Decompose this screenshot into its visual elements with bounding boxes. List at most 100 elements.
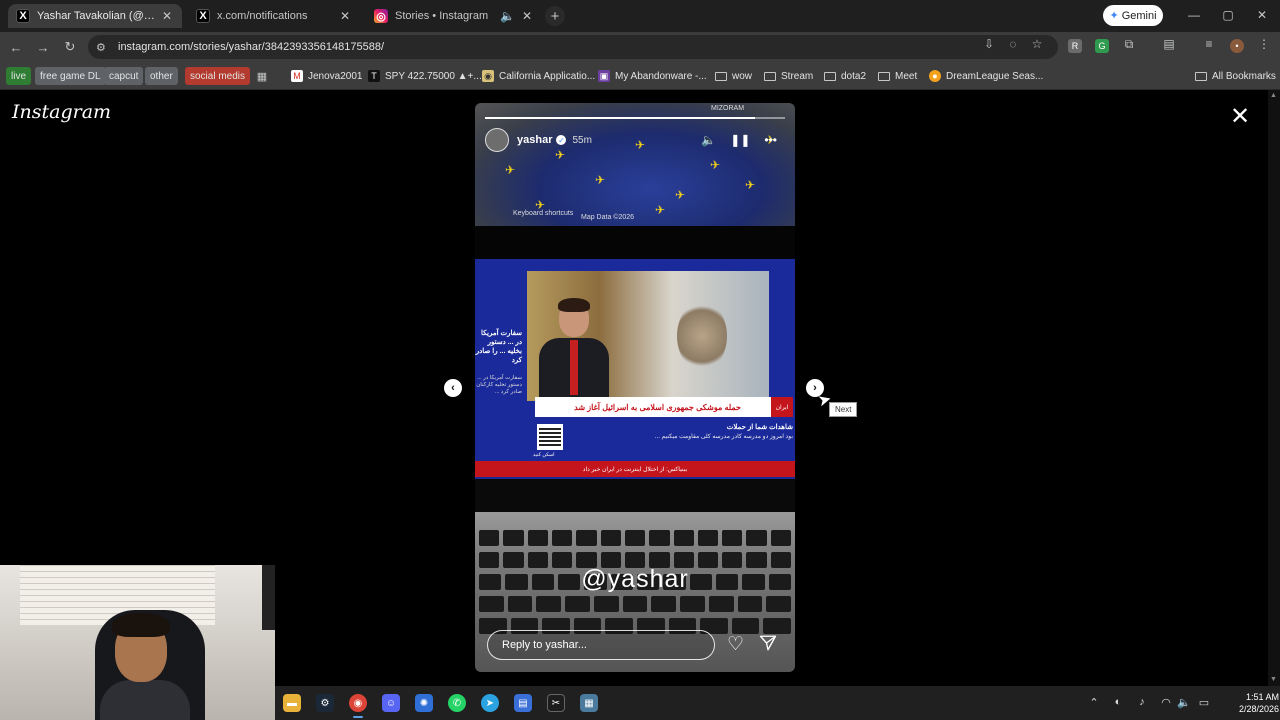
address-bar[interactable]: ⚙ instagram.com/stories/yashar/384239335… <box>88 35 1058 59</box>
window-close-icon[interactable]: ✕ <box>1255 8 1269 22</box>
bookmark-star-icon[interactable]: ☆ <box>1029 37 1045 51</box>
forward-icon[interactable]: → <box>34 38 52 56</box>
previous-story-button[interactable]: ‹ <box>444 379 462 397</box>
minimize-icon[interactable]: — <box>1187 8 1201 22</box>
more-options-icon[interactable]: ••• <box>764 133 777 147</box>
story-watermark: @yashar <box>581 565 689 593</box>
bookmark-california[interactable]: ◉ California Applicatio... <box>482 67 595 85</box>
grammarly-icon[interactable]: G <box>1095 39 1109 53</box>
image-app-icon[interactable]: ▦ <box>580 694 598 712</box>
flight-map-image: ✈ ✈ ✈ ✈ ✈ ✈ ✈ ✈ ✈ ✈ MIZORAM Keyboard sho… <box>475 103 795 226</box>
microphone-icon[interactable]: ♪ <box>1134 696 1150 708</box>
tv-ticker: ببنیاکس: از اختلال اینترنت در ایران خبر … <box>475 461 795 477</box>
notes-app-icon[interactable]: ▤ <box>514 694 532 712</box>
page-scrollbar[interactable]: ▲ ▼ <box>1268 90 1280 686</box>
bookmark-label: Meet <box>895 70 918 82</box>
send-icon[interactable] <box>759 634 777 652</box>
bookmark-free-game-dl[interactable]: free game DL <box>35 67 106 85</box>
bookmark-jenova[interactable]: M Jenova2001 <box>291 67 363 85</box>
scroll-down-icon[interactable]: ▼ <box>1270 676 1277 683</box>
bookmark-live[interactable]: live <box>6 67 32 85</box>
extensions-puzzle-icon[interactable]: ⧉ <box>1121 37 1137 52</box>
new-tab-button[interactable]: + <box>545 6 565 26</box>
map-label: Map Data ©2026 <box>581 214 635 221</box>
clock-date: 2/28/2026 <box>1238 704 1279 714</box>
site-info-icon[interactable]: ⚙ <box>96 41 112 54</box>
extension-icon[interactable]: R <box>1068 39 1082 53</box>
like-heart-icon[interactable]: ♡ <box>727 633 744 656</box>
dreamleague-icon: ● <box>929 70 941 82</box>
discord-icon[interactable]: ☺ <box>382 694 400 712</box>
bookmark-dreamleague[interactable]: ● DreamLeague Seas... <box>929 67 1043 85</box>
story-username[interactable]: yashar <box>517 134 552 146</box>
battlenet-icon[interactable]: ✺ <box>415 694 433 712</box>
reply-input[interactable]: Reply to yashar... <box>487 630 715 660</box>
instagram-logo[interactable]: Instagram <box>12 101 111 123</box>
install-app-icon[interactable]: ⇩ <box>981 37 997 51</box>
mute-icon[interactable]: 🔈 <box>701 133 716 147</box>
folder-icon <box>715 71 727 81</box>
qr-label: اسکن کنید <box>533 452 555 458</box>
story-frame[interactable]: ✈ ✈ ✈ ✈ ✈ ✈ ✈ ✈ ✈ ✈ MIZORAM Keyboard sho… <box>475 103 795 672</box>
telegram-icon[interactable]: ➤ <box>481 694 499 712</box>
side-panel-icon[interactable]: ▤ <box>1161 37 1177 51</box>
next-tooltip: Next <box>829 402 858 417</box>
eye-off-icon[interactable]: ◌ <box>1005 37 1021 51</box>
tab-x-notifications[interactable]: X x.com/notifications ✕ <box>188 4 360 28</box>
webcam-overlay <box>0 565 275 720</box>
bookmark-spy[interactable]: T SPY 422.75000 ▲+... <box>368 67 482 85</box>
pause-icon[interactable]: ❚❚ <box>730 133 750 147</box>
wifi-icon[interactable]: ◠ <box>1158 696 1174 709</box>
plane-icon: ✈ <box>595 173 606 187</box>
plane-icon: ✈ <box>710 158 721 172</box>
maximize-icon[interactable]: ▢ <box>1221 8 1235 22</box>
media-controls-icon[interactable]: ≡ <box>1201 37 1217 51</box>
system-clock[interactable]: 1:51 AM 2/28/2026 <box>1219 691 1279 715</box>
chrome-icon[interactable]: ◉ <box>349 694 367 712</box>
tab-x-profile[interactable]: X Yashar Tavakolian (@yasharap ✕ <box>8 4 182 28</box>
battery-icon[interactable]: ▭ <box>1196 696 1212 709</box>
folder-icon <box>824 71 836 81</box>
tv-subtitle-body: بود امروز دو مدرسه کادر مدرسه کلی مقاومت… <box>654 434 793 440</box>
bookmark-capcut[interactable]: capcut <box>104 67 144 85</box>
plane-icon: ✈ <box>675 188 686 202</box>
file-explorer-icon[interactable]: ▬ <box>283 694 301 712</box>
tab-close-icon[interactable]: ✕ <box>520 9 534 23</box>
close-story-icon[interactable]: ✕ <box>1230 105 1250 129</box>
steam-icon[interactable]: ⚙ <box>316 694 334 712</box>
whatsapp-icon[interactable]: ✆ <box>448 694 466 712</box>
gemini-button[interactable]: ✦ Gemini <box>1103 5 1163 26</box>
capcut-icon[interactable]: ✂ <box>547 694 565 712</box>
bookmark-folder-dota2[interactable]: dota2 <box>824 67 866 85</box>
bookmark-other[interactable]: other <box>145 67 178 85</box>
bookmark-folder-stream[interactable]: Stream <box>764 67 813 85</box>
map-label: Keyboard shortcuts <box>513 210 574 217</box>
tv-subtitle: شاهدات شما از حملات بود امروز دو مدرسه ک… <box>571 423 793 440</box>
reload-icon[interactable]: ↻ <box>61 38 79 56</box>
bookmark-folder-wow[interactable]: wow <box>715 67 752 85</box>
bookmark-abandonware[interactable]: ▣ My Abandonware -... <box>598 67 707 85</box>
volume-icon[interactable]: 🔈 <box>1176 696 1192 709</box>
tab-close-icon[interactable]: ✕ <box>338 9 352 23</box>
gemini-label: Gemini <box>1121 9 1157 22</box>
laptop-bezel <box>475 479 795 512</box>
speaker-icon[interactable]: 🔈 <box>500 9 515 23</box>
bookmark-all-bookmarks[interactable]: All Bookmarks <box>1195 67 1276 85</box>
scroll-up-icon[interactable]: ▲ <box>1270 92 1277 99</box>
x-logo-icon: X <box>16 9 30 23</box>
tv-sidebar: سفارت آمریکا در ... دستور بخلیه ... را ص… <box>475 269 525 449</box>
profile-avatar[interactable]: • <box>1230 39 1244 53</box>
back-icon[interactable]: ← <box>7 38 25 56</box>
tray-chevron-icon[interactable]: ⌃ <box>1086 696 1102 709</box>
chrome-menu-icon[interactable]: ⋮ <box>1256 37 1272 51</box>
tab-close-icon[interactable]: ✕ <box>160 9 174 23</box>
tab-instagram-stories[interactable]: ◎ Stories • Instagram 🔈 ✕ <box>366 4 542 28</box>
bookmark-label: All Bookmarks <box>1212 70 1276 82</box>
bookmark-social-medis[interactable]: social medis <box>185 67 251 85</box>
windows-taskbar: ▬ ⚙ ◉ ☺ ✺ ✆ ➤ ▤ ✂ ▦ ⌃ ◐ ♪ ◠ 🔈 ▭ 1:51 AM … <box>275 686 1280 720</box>
avatar[interactable] <box>485 128 509 152</box>
bookmark-folder-meet[interactable]: Meet <box>878 67 917 85</box>
streamer-hair <box>112 613 170 637</box>
apps-grid-icon[interactable]: ▦ <box>256 67 273 85</box>
tray-app-icon[interactable]: ◐ <box>1110 696 1126 708</box>
